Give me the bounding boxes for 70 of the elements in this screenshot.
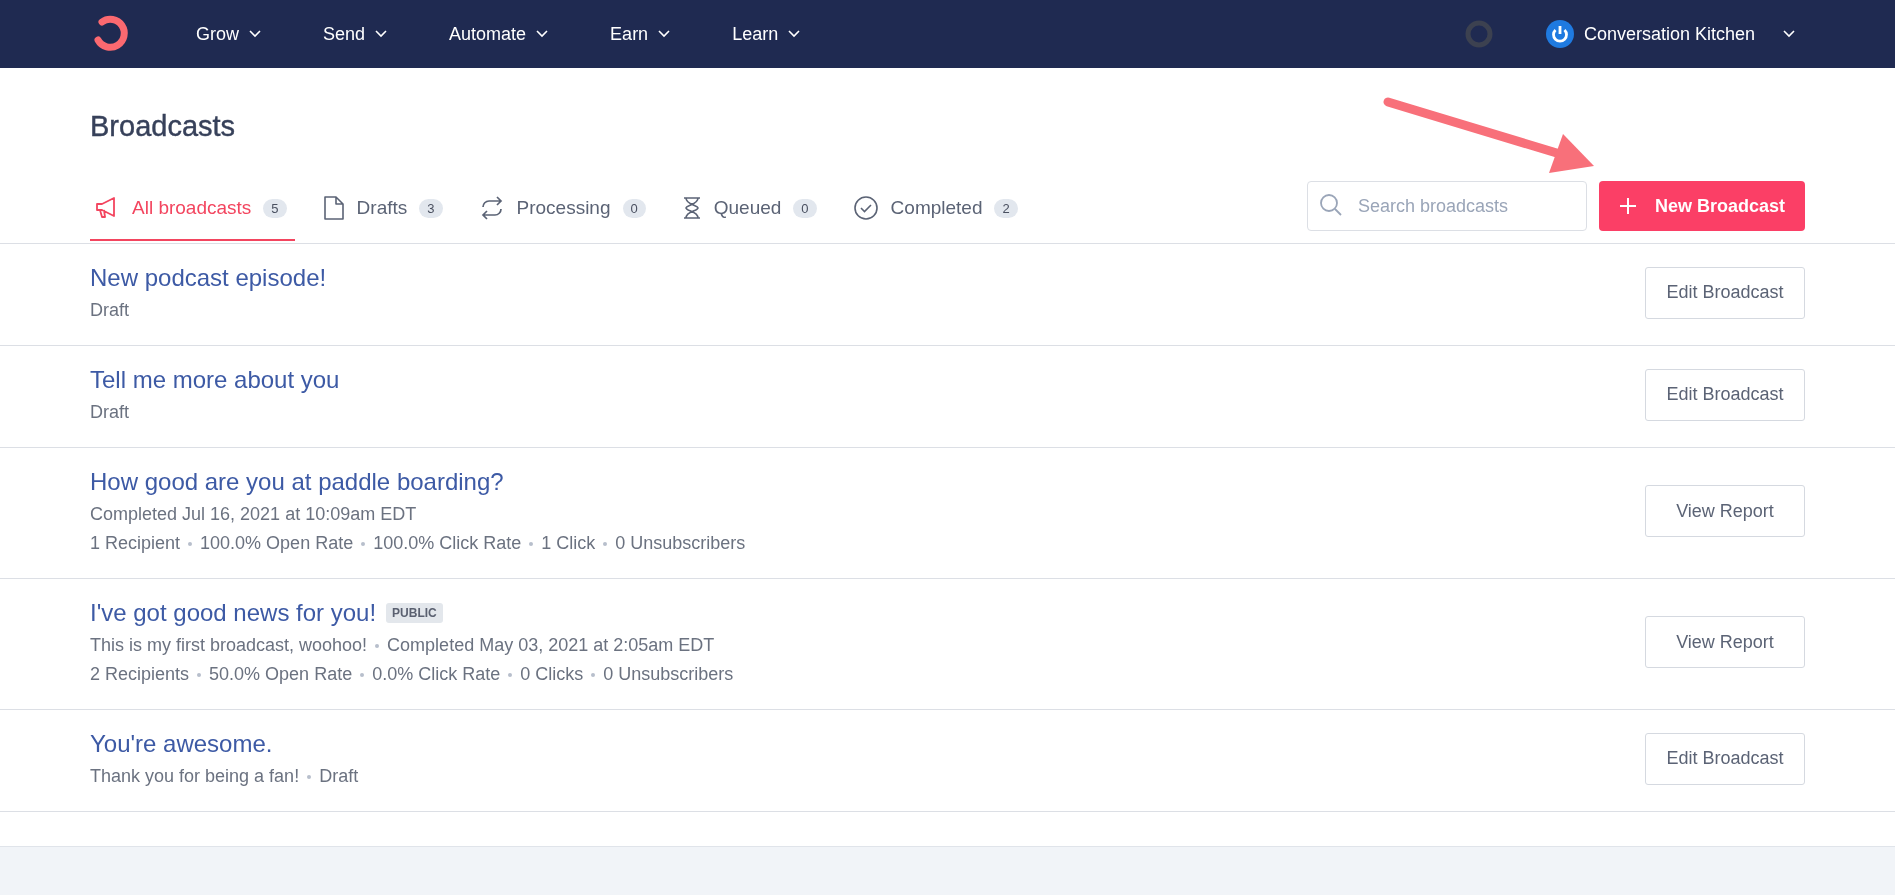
separator-dot [591, 672, 596, 677]
filter-tab[interactable]: Processing 0 [474, 183, 654, 241]
plus-icon [1618, 197, 1637, 215]
filter-tab[interactable]: Drafts 3 [318, 183, 451, 241]
public-badge: PUBLIC [386, 603, 443, 623]
meta-text: 0 Unsubscribers [615, 533, 746, 554]
page-title: Broadcasts [90, 110, 237, 143]
separator-dot [529, 541, 534, 546]
loading-ring-icon [1463, 19, 1494, 49]
count-badge: 0 [793, 198, 817, 218]
chevron-down-icon [249, 30, 261, 38]
chevron-down-icon [1783, 30, 1795, 38]
separator-dot [188, 541, 193, 546]
meta-text: 1 Click [541, 533, 596, 554]
meta-text: Draft [319, 766, 359, 787]
broadcast-title-link[interactable]: How good are you at paddle boarding? [90, 468, 504, 496]
nav-menu-item[interactable]: Send [323, 23, 388, 45]
chevron-down-icon [375, 30, 388, 38]
meta-text: 100.0% Open Rate [200, 533, 354, 554]
meta-text: Draft [90, 300, 129, 321]
count-badge: 5 [263, 198, 287, 218]
check-circle-icon [852, 195, 879, 221]
filter-tab[interactable]: Completed 2 [848, 183, 1026, 241]
row-action-button[interactable]: Edit Broadcast [1645, 368, 1805, 421]
meta-text: 50.0% Open Rate [209, 664, 353, 685]
search-icon [1318, 193, 1343, 217]
file-icon [322, 195, 345, 221]
new-broadcast-button[interactable]: New Broadcast [1598, 181, 1805, 231]
search-field[interactable]: Search broadcasts [1306, 181, 1587, 231]
avatar-icon[interactable] [1545, 20, 1574, 48]
meta-text: 0 Unsubscribers [603, 664, 734, 685]
row-action-button[interactable]: Edit Broadcast [1645, 266, 1805, 319]
meta-text: 0.0% Click Rate [372, 664, 501, 685]
chevron-down-icon [788, 30, 801, 38]
separator-dot [361, 541, 366, 546]
broadcast-title-link[interactable]: You're awesome. [90, 730, 273, 758]
chevron-down-icon [536, 30, 549, 38]
filter-tab[interactable]: All broadcasts 5 [90, 183, 295, 241]
meta-text: 0 Clicks [520, 664, 584, 685]
row-action-button[interactable]: Edit Broadcast [1645, 732, 1805, 785]
separator-dot [307, 774, 312, 779]
meta-text: Thank you for being a fan! [90, 766, 300, 787]
count-badge: 3 [419, 198, 443, 218]
hourglass-icon [681, 196, 702, 220]
nav-menu-item[interactable]: Grow [196, 23, 261, 45]
nav-menu-item[interactable]: Automate [449, 23, 549, 45]
filter-tab[interactable]: Queued 0 [677, 183, 825, 241]
nav-menu-item[interactable]: Learn [732, 23, 801, 45]
meta-text: 2 Recipients [90, 664, 190, 685]
meta-text: Completed May 03, 2021 at 2:05am EDT [387, 635, 715, 656]
separator-dot [360, 672, 365, 677]
broadcast-title-link[interactable]: Tell me more about you [90, 366, 340, 394]
account-menu[interactable]: Conversation Kitchen [1583, 23, 1795, 45]
chevron-down-icon [658, 30, 671, 38]
meta-text: Completed Jul 16, 2021 at 10:09am EDT [90, 504, 417, 525]
broadcast-title-link[interactable]: I've got good news for you! [90, 599, 377, 627]
separator-dot [197, 672, 202, 677]
separator-dot [375, 643, 380, 648]
broadcast-title-link[interactable]: New podcast episode! [90, 264, 327, 292]
meta-text: Draft [90, 402, 129, 423]
count-badge: 0 [622, 198, 646, 218]
row-action-button[interactable]: View Report [1645, 485, 1805, 537]
count-badge: 2 [994, 198, 1018, 218]
nav-menu-item[interactable]: Earn [610, 23, 671, 45]
row-action-button[interactable]: View Report [1645, 616, 1805, 668]
separator-dot [508, 672, 513, 677]
meta-text: This is my first broadcast, woohoo! [90, 635, 368, 656]
separator-dot [603, 541, 608, 546]
meta-text: 100.0% Click Rate [373, 533, 522, 554]
meta-text: 1 Recipient [90, 533, 181, 554]
